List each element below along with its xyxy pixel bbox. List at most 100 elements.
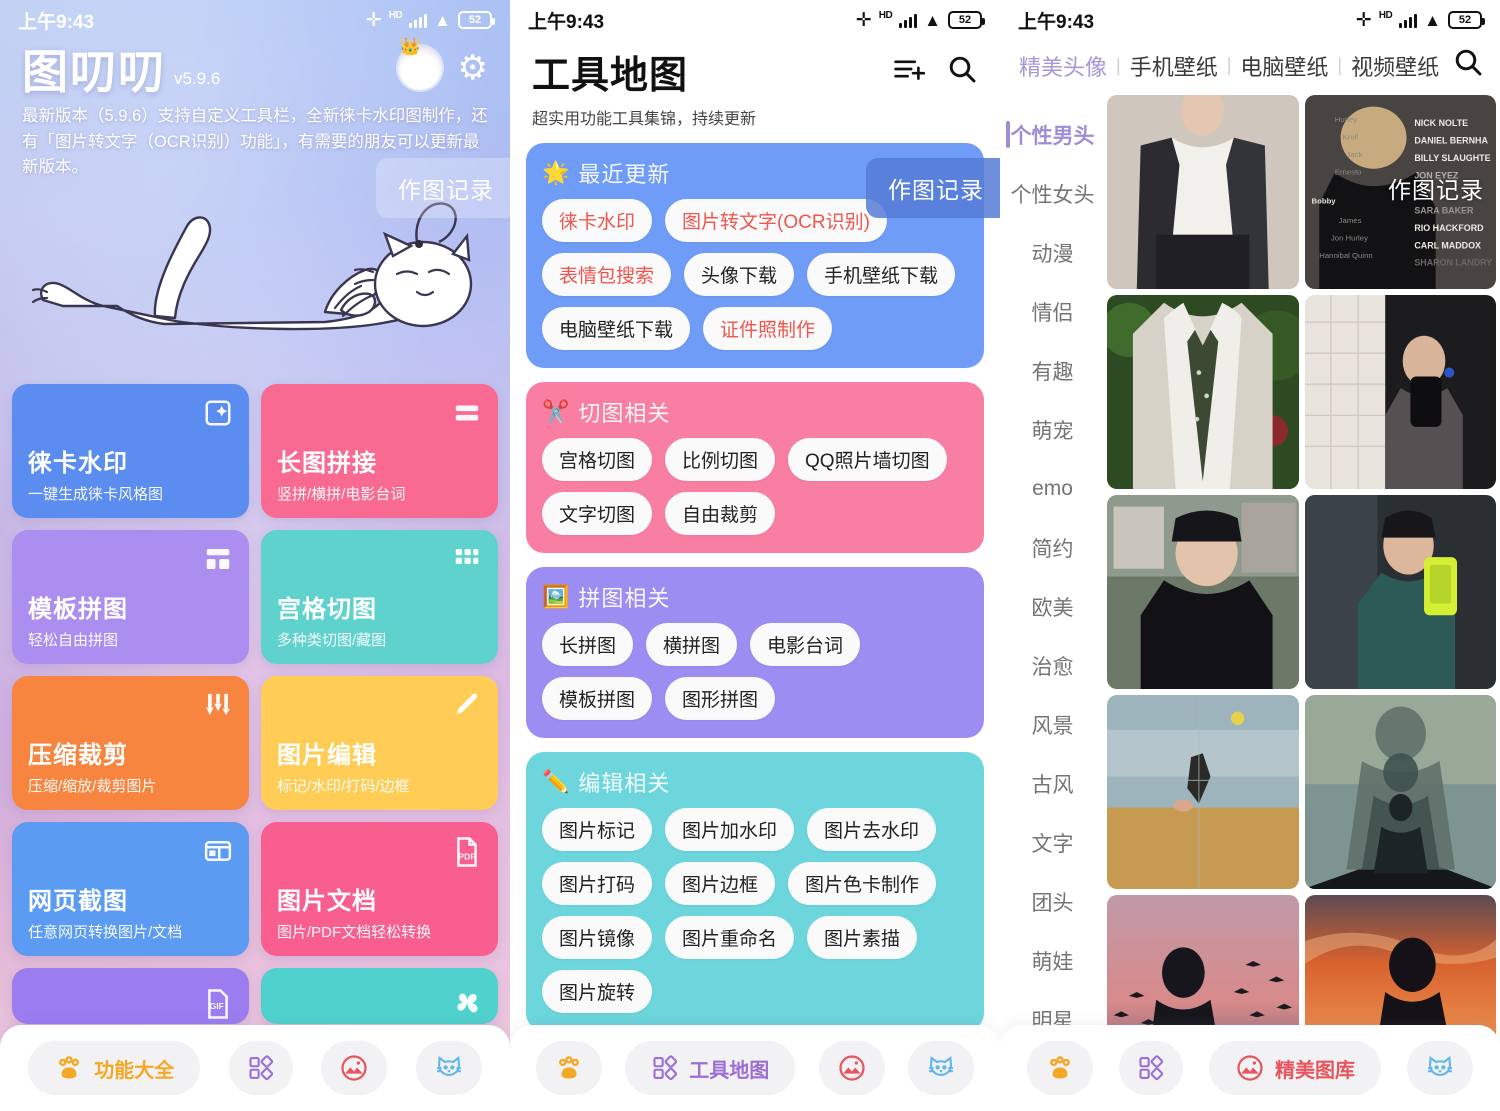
feature-card[interactable]: 徕卡水印 一键生成徕卡风格图 [12, 383, 249, 518]
nav-item-cat[interactable] [415, 1041, 482, 1095]
tool-chip[interactable]: 图形拼图 [665, 677, 776, 720]
nav-item-gallery[interactable] [818, 1041, 885, 1095]
tool-chip[interactable]: 头像下载 [684, 253, 795, 296]
category-item[interactable]: 文字 [1000, 813, 1105, 872]
photo-tile[interactable] [1107, 695, 1299, 889]
feature-card[interactable]: PDF 图片文档 图片/PDF文档轻松转换 [261, 821, 498, 956]
drawing-record-tab[interactable]: 作图记录 [1366, 158, 1500, 218]
category-item[interactable]: emo [1000, 459, 1105, 518]
page-title: 工具地图 [532, 55, 689, 97]
category-item[interactable]: 个性男头 [1000, 105, 1105, 164]
tool-chip[interactable]: 图片加水印 [665, 808, 795, 851]
avatar[interactable]: 👑 🐱 [397, 37, 442, 90]
drawing-record-tab[interactable]: 作图记录 [376, 158, 510, 218]
svg-text:James: James [1338, 216, 1361, 225]
photo-tile[interactable] [1107, 495, 1299, 689]
search-icon[interactable] [946, 53, 978, 90]
tool-chip[interactable]: 长拼图 [542, 623, 634, 666]
tool-chip[interactable]: 比例切图 [665, 438, 776, 481]
category-item[interactable]: 治愈 [1000, 636, 1105, 695]
feature-card[interactable]: 压缩裁剪 压缩/缩放/裁剪图片 [12, 675, 249, 810]
bluetooth-icon: ✛ [365, 9, 382, 31]
tab-avatars[interactable]: 精美头像 [1010, 50, 1116, 82]
feature-card[interactable]: 模板拼图 轻松自由拼图 [12, 529, 249, 664]
shapes-icon [651, 1054, 679, 1082]
category-item[interactable]: 古风 [1000, 754, 1105, 813]
tool-chip[interactable]: 图片重命名 [665, 916, 795, 959]
gear-icon[interactable]: ⚙ [458, 51, 488, 85]
feature-card[interactable]: 网页截图 任意网页转换图片/文档 [12, 821, 249, 956]
tool-chip[interactable]: 图片素描 [807, 916, 918, 959]
tool-chip[interactable]: 横拼图 [646, 623, 738, 666]
category-item[interactable]: 动漫 [1000, 223, 1105, 282]
bottom-nav: 精美图库 [1000, 1025, 1500, 1111]
feature-card-partial[interactable] [261, 967, 498, 1024]
tab-phone-wallpaper[interactable]: 手机壁纸 [1121, 50, 1227, 82]
photo-tile[interactable] [1304, 295, 1496, 489]
drawing-record-tab[interactable]: 作图记录 [866, 158, 1000, 218]
tool-chip[interactable]: 图片色卡制作 [788, 862, 937, 905]
category-item[interactable]: 萌娃 [1000, 931, 1105, 990]
feature-card[interactable]: 图片编辑 标记/水印/打码/边框 [261, 675, 498, 810]
category-item[interactable]: 简约 [1000, 518, 1105, 577]
nav-item-gallery[interactable]: 精美图库 [1209, 1041, 1381, 1095]
tool-chip[interactable]: 图片转文字(OCR识别) [665, 199, 887, 242]
battery-level: 52 [468, 14, 482, 26]
photo-tile[interactable] [1107, 295, 1299, 489]
nav-item-cat[interactable] [1407, 1041, 1473, 1095]
tool-chip[interactable]: 图片打码 [542, 862, 653, 905]
photo-tile[interactable] [1304, 495, 1496, 689]
svg-text:Hannibal Quinn: Hannibal Quinn [1319, 251, 1372, 260]
photo-tile[interactable] [1304, 695, 1496, 889]
tool-chip[interactable]: 电脑壁纸下载 [542, 307, 691, 350]
tool-chip[interactable]: 电影台词 [750, 623, 861, 666]
tool-chip[interactable]: 图片标记 [542, 808, 653, 851]
nav-item-features[interactable] [535, 1041, 602, 1095]
nav-item-features[interactable]: 功能大全 [28, 1041, 201, 1095]
tool-chip[interactable]: 图片去水印 [807, 808, 937, 851]
category-item[interactable]: 有趣 [1000, 341, 1105, 400]
category-item[interactable]: 情侣 [1000, 282, 1105, 341]
tool-chip[interactable]: 图片边框 [665, 862, 776, 905]
nav-item-toolmap[interactable] [1119, 1041, 1183, 1095]
tool-chip[interactable]: 自由裁剪 [665, 492, 776, 535]
tool-chip[interactable]: 证件照制作 [703, 307, 833, 350]
nav-item-gallery[interactable] [321, 1041, 388, 1095]
tool-chip[interactable]: 图片镜像 [542, 916, 653, 959]
tool-chip[interactable]: 表情包搜索 [542, 253, 672, 296]
bluetooth-icon: ✛ [855, 9, 872, 31]
feature-card-partial[interactable]: GIF [12, 967, 249, 1024]
tool-chip[interactable]: 宫格切图 [542, 438, 653, 481]
tool-chip[interactable]: 手机壁纸下载 [807, 253, 956, 296]
toolmap-header: 工具地图 超实用功能工具集锦，持续更新 [510, 40, 1000, 129]
nav-item-toolmap[interactable]: 工具地图 [625, 1041, 796, 1095]
category-item[interactable]: 萌宠 [1000, 400, 1105, 459]
search-icon[interactable] [1452, 46, 1484, 85]
add-to-list-icon[interactable] [892, 54, 928, 89]
nav-item-features[interactable] [1027, 1041, 1093, 1095]
tool-chip[interactable]: 模板拼图 [542, 677, 653, 720]
feature-card[interactable]: 长图拼接 竖拼/横拼/电影台词 [261, 383, 498, 518]
nav-item-toolmap[interactable] [228, 1041, 293, 1095]
tool-chip[interactable]: 文字切图 [542, 492, 653, 535]
tab-video-wallpaper[interactable]: 视频壁纸 [1342, 50, 1448, 82]
tool-chip[interactable]: QQ照片墙切图 [788, 438, 947, 481]
category-item[interactable]: 欧美 [1000, 577, 1105, 636]
card-title: 长图拼接 [277, 449, 377, 477]
category-item[interactable]: 风景 [1000, 695, 1105, 754]
scissors-icon: ✂️ [542, 399, 570, 424]
paw-icon [1045, 1053, 1075, 1083]
screen-home: 上午9:43 ✛ HD ▲ 52 图叨叨 v5.9.6 👑 🐱 ⚙ 最新版本（5… [0, 0, 510, 1111]
nav-item-cat[interactable] [908, 1041, 975, 1095]
tool-chip[interactable]: 图片旋转 [542, 970, 653, 1013]
section-collage: 🖼️ 拼图相关 长拼图 横拼图 电影台词 模板拼图 图形拼图 [526, 567, 984, 738]
tab-pc-wallpaper[interactable]: 电脑壁纸 [1231, 50, 1337, 82]
feature-card[interactable]: 宫格切图 多种类切图/藏图 [261, 529, 498, 664]
section-title: 编辑相关 [578, 771, 671, 796]
tool-chip[interactable]: 徕卡水印 [542, 199, 653, 242]
photo-tile[interactable] [1107, 95, 1299, 289]
mountain-photo-icon [1235, 1053, 1265, 1083]
chip-list: 长拼图 横拼图 电影台词 模板拼图 图形拼图 [542, 623, 968, 720]
category-item[interactable]: 个性女头 [1000, 164, 1105, 223]
category-item[interactable]: 团头 [1000, 872, 1105, 931]
